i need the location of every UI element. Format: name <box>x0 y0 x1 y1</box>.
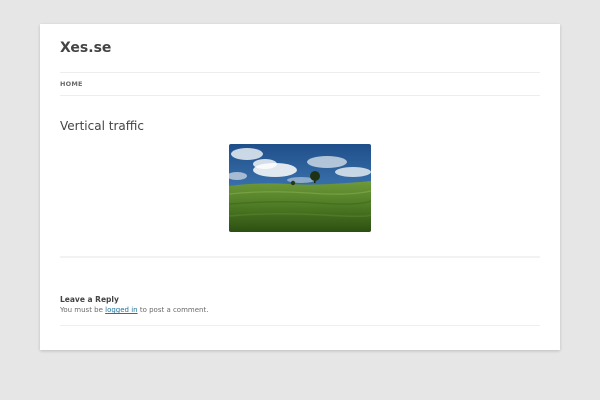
note-prefix: You must be <box>60 306 106 314</box>
nav-item-home[interactable]: HOME <box>60 79 83 89</box>
entry-title: Vertical traffic <box>60 119 144 133</box>
login-link[interactable]: logged in <box>105 306 137 314</box>
content-divider <box>60 256 540 258</box>
reply-title: Leave a Reply <box>60 295 119 304</box>
entry-image <box>229 144 371 232</box>
site-title[interactable]: Xes.se <box>60 39 111 57</box>
page-container: Xes.se HOME Vertical traffic Leave a Rep… <box>40 24 560 350</box>
landscape-image <box>229 144 371 232</box>
comments-divider <box>60 325 540 326</box>
main-navigation: HOME <box>60 72 540 96</box>
login-required-note: You must be logged in to post a comment. <box>60 305 208 315</box>
note-suffix: to post a comment. <box>137 306 209 314</box>
